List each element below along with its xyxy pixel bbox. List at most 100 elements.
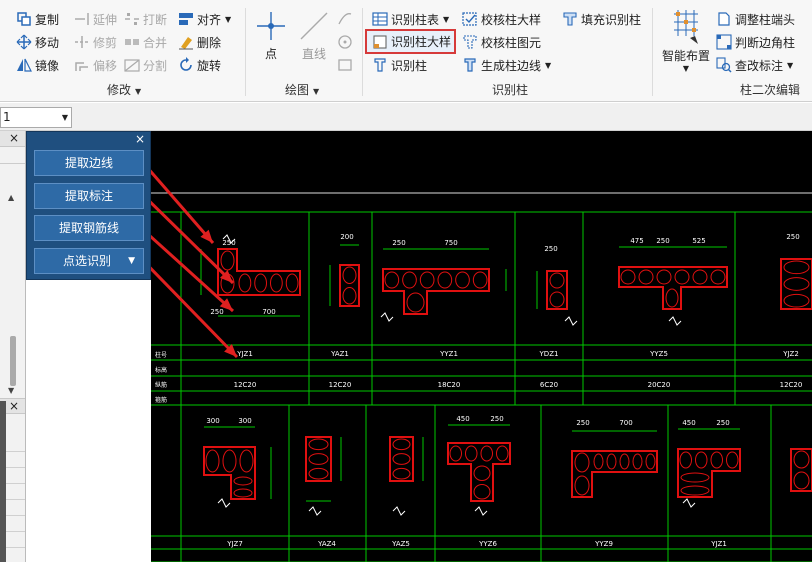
annotation-arrow-line: [137, 157, 215, 244]
check-detail-icon: [462, 11, 478, 27]
stirrup: [619, 453, 630, 470]
align-button[interactable]: 对齐 ▼: [178, 9, 231, 29]
stirrup: [449, 445, 462, 462]
rotate-button[interactable]: 旋转: [178, 55, 221, 75]
dimension-text: 250: [656, 237, 669, 245]
move-button[interactable]: 移动: [16, 32, 59, 52]
extract-rebar-button[interactable]: 提取钢筋线: [34, 215, 144, 241]
break-mark: [474, 506, 488, 516]
column-name-text: YJZ2: [782, 350, 799, 358]
stirrup: [308, 438, 329, 451]
modify-group-label[interactable]: 修改 ▼: [107, 81, 141, 98]
column-name-text: YJZ1: [710, 540, 727, 548]
break-button[interactable]: 打断: [124, 9, 167, 29]
stirrup: [308, 467, 329, 480]
extend-icon: [74, 11, 90, 27]
point-recognize-button[interactable]: 点选识别 ▼: [34, 248, 144, 274]
smart-layout-label: 智能布置: [661, 49, 710, 63]
point-button[interactable]: 点: [256, 10, 286, 62]
close-icon[interactable]: ×: [9, 131, 19, 145]
delete-button[interactable]: 删除: [178, 32, 221, 52]
left-side-panel: × ▲ ▼ ×: [0, 131, 26, 562]
offset-button[interactable]: 偏移: [74, 55, 117, 75]
stirrup: [692, 269, 708, 285]
merge-button[interactable]: 合并: [124, 32, 167, 52]
group-separator: [362, 8, 363, 96]
stirrup: [783, 277, 810, 291]
dimension-text: 250: [210, 308, 223, 316]
stirrup: [220, 250, 235, 271]
recognize-column-table-button[interactable]: 识别柱表 ▼: [372, 9, 449, 29]
offset-label: 偏移: [93, 58, 118, 73]
draw-group-label[interactable]: 绘图 ▼: [285, 81, 319, 98]
check-column-element-button[interactable]: 校核柱图元: [462, 32, 541, 52]
stirrup: [783, 293, 810, 308]
rebar-text: 12C20: [329, 381, 352, 389]
copy-button[interactable]: 复制: [16, 9, 59, 29]
column-name-text: YYZ9: [594, 540, 613, 548]
trim-button[interactable]: 修剪: [74, 32, 117, 52]
split-button[interactable]: 分割: [124, 55, 167, 75]
view-edit-mark-button[interactable]: 查改标注 ▼: [716, 55, 793, 75]
splitter[interactable]: [0, 401, 6, 562]
close-icon[interactable]: ×: [135, 132, 145, 146]
recognize-column-detail-button[interactable]: 识别柱大样: [365, 29, 457, 54]
check-column-detail-button[interactable]: 校核柱大样: [462, 9, 541, 29]
cad-drawing: 柱号标高纵筋箍筋 YJZ1 YAZ1 YYZ1 YDZ1 YYZ5 YJZ2 12C20 12C…: [124, 157, 812, 563]
dimension-text: 250: [576, 419, 589, 427]
column-detail-icon: [372, 34, 388, 50]
extend-button[interactable]: 延伸: [74, 9, 117, 29]
fill-recognize-column-label: 填充识别柱: [581, 12, 642, 27]
column-section-yyz9: [571, 450, 658, 498]
chevron-down-icon[interactable]: ▼: [128, 249, 135, 273]
column-section-right: [790, 448, 812, 492]
smart-layout-button[interactable]: 智能布置 ▼: [658, 8, 714, 73]
stirrup: [665, 288, 679, 308]
stirrup: [205, 449, 220, 473]
align-label: 对齐: [197, 12, 222, 27]
mirror-button[interactable]: 镜像: [16, 55, 59, 75]
property-toolbar: 1 ▼: [0, 103, 812, 131]
scroll-down-icon[interactable]: ▼: [8, 386, 14, 395]
stirrup: [392, 467, 411, 480]
cad-drawing-canvas[interactable]: 柱号 标高 纵筋 箍筋 YJZ1 YAZ1 YYZ1 YDZ1 YYZ5 YJZ2 12C20 12C…: [124, 131, 812, 563]
stirrup: [437, 271, 453, 289]
draw-tools-icons[interactable]: [337, 10, 353, 74]
close-icon[interactable]: ×: [9, 399, 19, 413]
break-mark: [380, 312, 394, 322]
adjust-column-end-label: 调整柱端头: [735, 12, 796, 27]
generate-column-edge-button[interactable]: 生成柱边线 ▼: [462, 55, 551, 75]
column-section-yaz4: [305, 436, 332, 482]
stirrup: [574, 452, 590, 473]
judge-corner-column-button[interactable]: 判断边角柱: [716, 32, 795, 52]
stirrup: [480, 445, 493, 462]
secondary-group-label: 柱二次编辑: [740, 83, 801, 97]
dimension-text: 250: [716, 419, 729, 427]
column-sections: [200, 234, 812, 516]
floor-combo[interactable]: 1 ▼: [0, 107, 72, 128]
dimension-text: 300: [206, 417, 219, 425]
line-button[interactable]: 直线: [298, 10, 330, 62]
extend-label: 延伸: [93, 12, 118, 27]
dimension-text: 700: [619, 419, 632, 427]
group-separator: [245, 8, 246, 96]
split-icon: [124, 57, 140, 73]
recognize-column-button[interactable]: 识别柱: [372, 55, 427, 75]
stirrup: [406, 292, 425, 313]
stirrup: [710, 269, 726, 285]
divider: [0, 163, 25, 164]
scrollbar-thumb[interactable]: [10, 336, 16, 386]
extract-mark-button[interactable]: 提取标注: [34, 183, 144, 209]
scroll-up-icon[interactable]: ▲: [8, 193, 14, 202]
extract-edge-button[interactable]: 提取边线: [34, 150, 144, 176]
stirrup: [384, 271, 400, 289]
stirrup: [638, 269, 654, 285]
stirrup: [419, 271, 435, 289]
column-name-text: YAZ1: [330, 350, 349, 358]
adjust-column-end-button[interactable]: 调整柱端头: [716, 9, 795, 29]
check-column-detail-label: 校核柱大样: [481, 12, 542, 27]
view-mark-icon: [716, 57, 732, 73]
chevron-down-icon: ▼: [443, 14, 450, 24]
fill-recognize-column-button[interactable]: 填充识别柱: [562, 9, 641, 29]
stirrup: [473, 484, 491, 500]
